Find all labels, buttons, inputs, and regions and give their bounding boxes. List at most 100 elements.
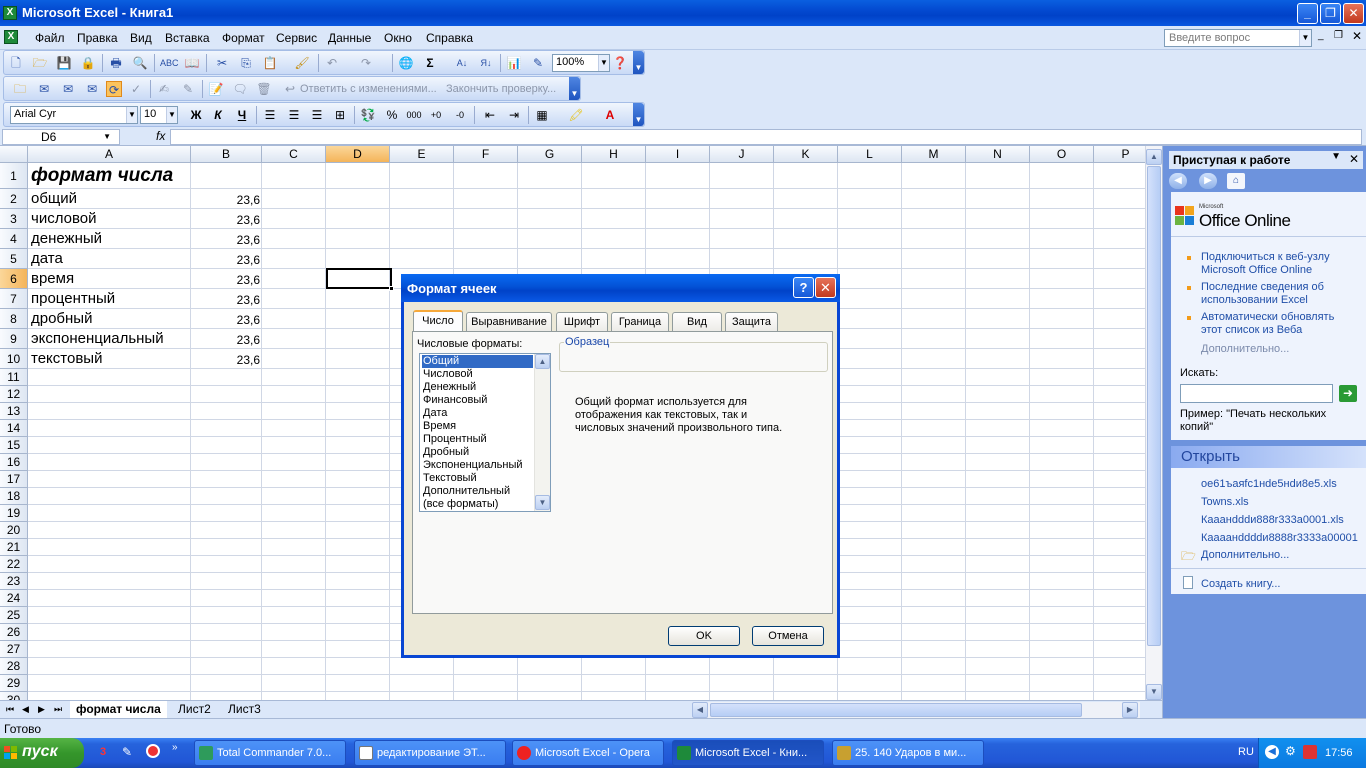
forward-icon[interactable]: ▶ [1199, 173, 1217, 189]
accept-changes-icon[interactable]: ✓ [128, 81, 144, 97]
undo-icon[interactable]: ↶ [324, 55, 340, 71]
column-header-k[interactable]: K [774, 146, 838, 163]
row-header-14[interactable]: 14 [0, 420, 28, 437]
font-size-select[interactable]: 10 ▼ [140, 106, 178, 124]
format-option[interactable]: Денежный [422, 381, 533, 394]
scroll-up-button[interactable]: ▲ [535, 354, 550, 369]
spelling-icon[interactable]: ABC [160, 55, 179, 71]
toolbar-options-icon[interactable]: ▼ [569, 77, 580, 100]
vertical-scrollbar[interactable]: ▲ ▼ [1145, 146, 1162, 700]
menu-help[interactable]: Справка [426, 31, 473, 45]
menu-tools[interactable]: Сервис [276, 31, 317, 45]
decrease-decimal-icon[interactable]: -0 [452, 107, 468, 123]
zoom-select[interactable]: 100% ▼ [552, 54, 610, 72]
drawing-icon[interactable]: ✎ [530, 55, 546, 71]
row-header-5[interactable]: 5 [0, 249, 28, 269]
number-formats-list[interactable]: Общий Числовой Денежный Финансовый Дата Время… [419, 353, 551, 512]
recent-file-2[interactable]: Towns.xls [1201, 496, 1249, 509]
cell-b8[interactable]: 23,6 [192, 313, 260, 327]
cell-b9[interactable]: 23,6 [192, 333, 260, 347]
chart-wizard-icon[interactable]: 📊 [506, 55, 522, 71]
column-header-m[interactable]: M [902, 146, 966, 163]
close-icon[interactable]: ✕ [815, 277, 836, 298]
row-header-7[interactable]: 7 [0, 289, 28, 309]
cell-a7[interactable]: процентный [31, 290, 115, 307]
menu-window[interactable]: Окно [384, 31, 412, 45]
row-header-20[interactable]: 20 [0, 522, 28, 539]
cell-a3[interactable]: числовой [31, 210, 96, 227]
sort-ascending-icon[interactable]: A↓ [454, 55, 470, 71]
tray-icon-3[interactable] [1303, 745, 1317, 759]
percent-button[interactable]: % [384, 107, 400, 123]
folder-icon[interactable]: 🗀 [12, 81, 28, 97]
excel-doc-icon[interactable]: X [4, 30, 18, 44]
cell-a4[interactable]: денежный [31, 230, 102, 247]
prev-sheet-button[interactable]: ◀ [22, 704, 29, 715]
name-box[interactable]: D6 ▼ [2, 129, 120, 145]
column-header-c[interactable]: C [262, 146, 326, 163]
row-header-4[interactable]: 4 [0, 229, 28, 249]
bold-button[interactable]: Ж [188, 107, 204, 123]
chevron-down-icon[interactable]: ▼ [1299, 30, 1311, 46]
row-header-30[interactable]: 30 [0, 692, 28, 700]
column-header-l[interactable]: L [838, 146, 902, 163]
cell-b7[interactable]: 23,6 [192, 293, 260, 307]
close-button[interactable]: ✕ [1343, 3, 1364, 24]
column-header-i[interactable]: I [646, 146, 710, 163]
save-icon[interactable]: 💾 [56, 55, 72, 71]
mail-icon[interactable]: ✉ [36, 81, 52, 97]
menu-view[interactable]: Вид [130, 31, 152, 45]
row-header-27[interactable]: 27 [0, 641, 28, 658]
column-header-j[interactable]: J [710, 146, 774, 163]
column-header-o[interactable]: O [1030, 146, 1094, 163]
italic-button[interactable]: К [210, 107, 226, 123]
edit-comment-icon[interactable]: ✎ [180, 81, 196, 97]
sheet-tab-2[interactable]: Лист2 [172, 701, 217, 719]
align-center-icon[interactable]: ☰ [286, 107, 302, 123]
vertical-scroll-thumb[interactable] [1147, 166, 1161, 646]
row-header-22[interactable]: 22 [0, 556, 28, 573]
back-icon[interactable]: ◀ [1169, 173, 1187, 189]
format-option[interactable]: Числовой [422, 368, 533, 381]
horizontal-scroll-thumb[interactable] [710, 703, 1082, 717]
cell-b4[interactable]: 23,6 [192, 233, 260, 247]
insert-function-button[interactable]: fx [156, 129, 165, 143]
reply-with-changes-button[interactable]: Ответить с изменениями... [300, 83, 437, 95]
restore-button[interactable]: ❐ [1320, 3, 1341, 24]
cell-a9[interactable]: экспоненциальный [31, 330, 164, 347]
cell-b2[interactable]: 23,6 [192, 193, 260, 207]
tab-view[interactable]: Вид [672, 312, 722, 332]
hyperlink-icon[interactable]: 🌐 [398, 55, 414, 71]
doc-close-button[interactable]: ✕ [1352, 29, 1362, 43]
column-header-h[interactable]: H [582, 146, 646, 163]
format-option[interactable]: Дополнительный [422, 485, 533, 498]
reply-changes-icon[interactable]: ↩ [282, 81, 298, 97]
merge-center-icon[interactable]: ⊞ [332, 107, 348, 123]
format-option[interactable]: Время [422, 420, 533, 433]
tab-border[interactable]: Граница [611, 312, 669, 332]
format-option[interactable]: Дробный [422, 446, 533, 459]
help-icon[interactable]: ? [793, 277, 814, 298]
cell-b6[interactable]: 23,6 [192, 273, 260, 287]
formula-input[interactable] [170, 129, 1362, 145]
column-header-e[interactable]: E [390, 146, 454, 163]
row-header-6[interactable]: 6 [0, 269, 28, 289]
decrease-indent-icon[interactable]: ⇤ [482, 107, 498, 123]
row-header-16[interactable]: 16 [0, 454, 28, 471]
format-option[interactable]: (все форматы) [422, 498, 533, 511]
start-button[interactable]: пуск [0, 738, 84, 768]
row-header-15[interactable]: 15 [0, 437, 28, 454]
align-right-icon[interactable]: ☰ [309, 107, 325, 123]
link-more[interactable]: Дополнительно... [1201, 343, 1289, 356]
cell-b3[interactable]: 23,6 [192, 213, 260, 227]
format-option[interactable]: Процентный [422, 433, 533, 446]
menu-data[interactable]: Данные [328, 31, 371, 45]
first-sheet-button[interactable]: ⏮ [6, 704, 14, 715]
menu-edit[interactable]: Правка [77, 31, 118, 45]
next-sheet-button[interactable]: ▶ [38, 704, 45, 715]
row-header-25[interactable]: 25 [0, 607, 28, 624]
cell-a1[interactable]: формат числа [31, 165, 173, 187]
paste-icon[interactable]: 📋 [262, 55, 278, 71]
autosum-icon[interactable]: Σ [422, 55, 438, 71]
row-header-19[interactable]: 19 [0, 505, 28, 522]
